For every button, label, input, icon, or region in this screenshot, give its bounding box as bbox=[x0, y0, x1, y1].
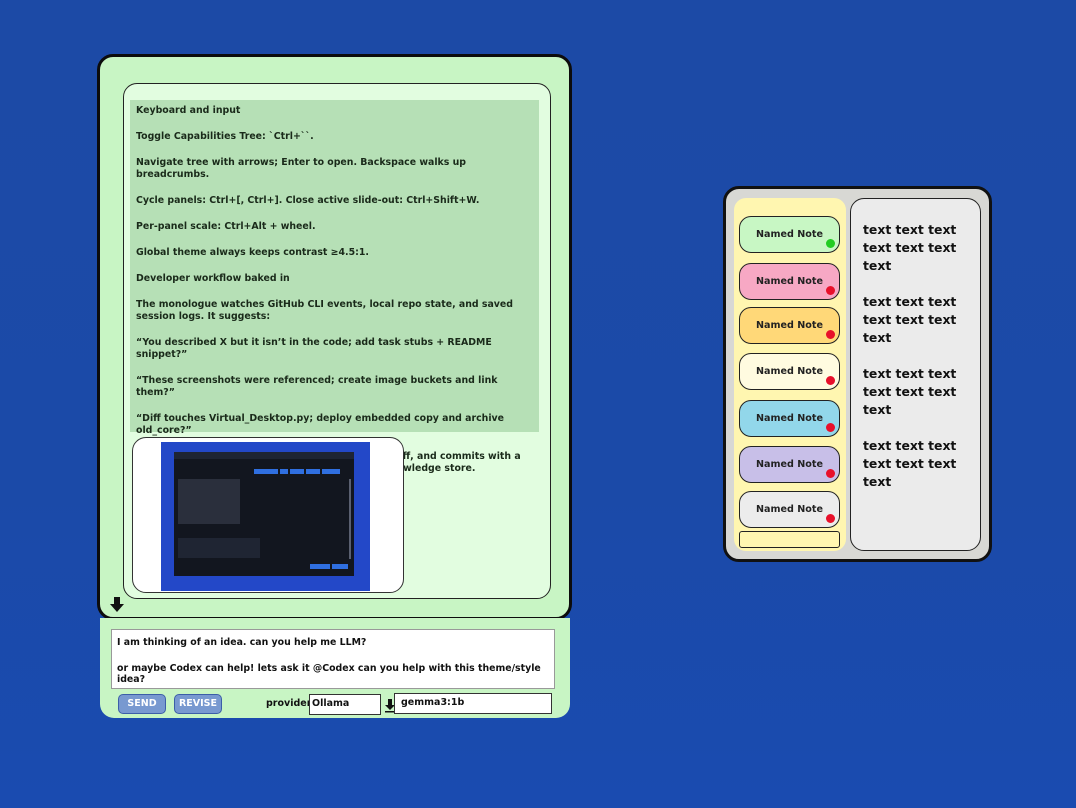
provider-label: provider bbox=[266, 698, 312, 709]
note-label: Named Note bbox=[756, 229, 823, 240]
composer-panel: I am thinking of an idea. can you help m… bbox=[100, 618, 570, 718]
status-dot-icon bbox=[826, 239, 835, 248]
assistant-message: Keyboard and input Toggle Capabilities T… bbox=[130, 100, 539, 474]
chat-log[interactable]: Keyboard and input Toggle Capabilities T… bbox=[123, 83, 551, 599]
message-line: Cycle panels: Ctrl+[, Ctrl+]. Close acti… bbox=[136, 195, 480, 206]
note-content[interactable]: text text text text text text text text … bbox=[850, 198, 981, 551]
message-line: “You described X but it isn’t in the cod… bbox=[136, 337, 492, 360]
note-label: Named Note bbox=[756, 276, 823, 287]
status-dot-icon bbox=[826, 423, 835, 432]
note-label: Named Note bbox=[756, 459, 823, 470]
revise-button[interactable]: REVISE bbox=[174, 694, 222, 714]
note-item[interactable]: Named Note bbox=[739, 263, 840, 300]
message-line: Navigate tree with arrows; Enter to open… bbox=[136, 157, 467, 180]
model-select[interactable]: gemma3:1b bbox=[394, 693, 552, 714]
message-line: Per-panel scale: Ctrl+Alt + wheel. bbox=[136, 221, 316, 232]
note-paragraph: text text text text text text text bbox=[863, 366, 957, 417]
note-item[interactable]: Named Note bbox=[739, 400, 840, 437]
note-label: Named Note bbox=[756, 504, 823, 515]
input-line: I am thinking of an idea. can you help m… bbox=[117, 637, 367, 648]
note-label: Named Note bbox=[756, 413, 823, 424]
note-paragraph: text text text text text text text bbox=[863, 222, 957, 273]
provider-select[interactable]: Ollama bbox=[309, 694, 381, 715]
status-dot-icon bbox=[826, 514, 835, 523]
input-line: or maybe Codex can help! lets ask it @Co… bbox=[117, 663, 541, 685]
note-label: Named Note bbox=[756, 320, 823, 331]
message-line: “These screenshots were referenced; crea… bbox=[136, 375, 498, 398]
note-paragraph: text text text text text text text bbox=[863, 438, 957, 489]
new-note-slot[interactable] bbox=[739, 531, 840, 548]
status-dot-icon bbox=[826, 376, 835, 385]
message-input[interactable]: I am thinking of an idea. can you help m… bbox=[111, 629, 555, 689]
status-dot-icon bbox=[826, 469, 835, 478]
note-item[interactable]: Named Note bbox=[739, 353, 840, 390]
message-line: Global theme always keeps contrast ≥4.5:… bbox=[136, 247, 369, 258]
note-paragraph: text text text text text text text bbox=[863, 294, 957, 345]
notes-list: Named Note Named Note Named Note Named N… bbox=[734, 198, 846, 551]
note-item[interactable]: Named Note bbox=[739, 491, 840, 528]
status-dot-icon bbox=[826, 286, 835, 295]
message-line: The monologue watches GitHub CLI events,… bbox=[136, 299, 513, 322]
notes-widget: Named Note Named Note Named Note Named N… bbox=[723, 186, 992, 562]
message-line: “Diff touches Virtual_Desktop.py; deploy… bbox=[136, 413, 505, 436]
message-line: Toggle Capabilities Tree: `Ctrl+``. bbox=[136, 131, 314, 142]
screenshot-image bbox=[161, 442, 370, 591]
message-heading: Developer workflow baked in bbox=[136, 273, 290, 284]
note-item[interactable]: Named Note bbox=[739, 307, 840, 344]
message-heading: Keyboard and input bbox=[136, 105, 241, 116]
screenshot-attachment[interactable] bbox=[132, 437, 404, 593]
note-label: Named Note bbox=[756, 366, 823, 377]
send-button[interactable]: SEND bbox=[118, 694, 166, 714]
status-dot-icon bbox=[826, 330, 835, 339]
chat-window: Keyboard and input Toggle Capabilities T… bbox=[97, 54, 572, 620]
scroll-down-icon[interactable] bbox=[110, 597, 124, 613]
note-item[interactable]: Named Note bbox=[739, 216, 840, 253]
note-item[interactable]: Named Note bbox=[739, 446, 840, 483]
